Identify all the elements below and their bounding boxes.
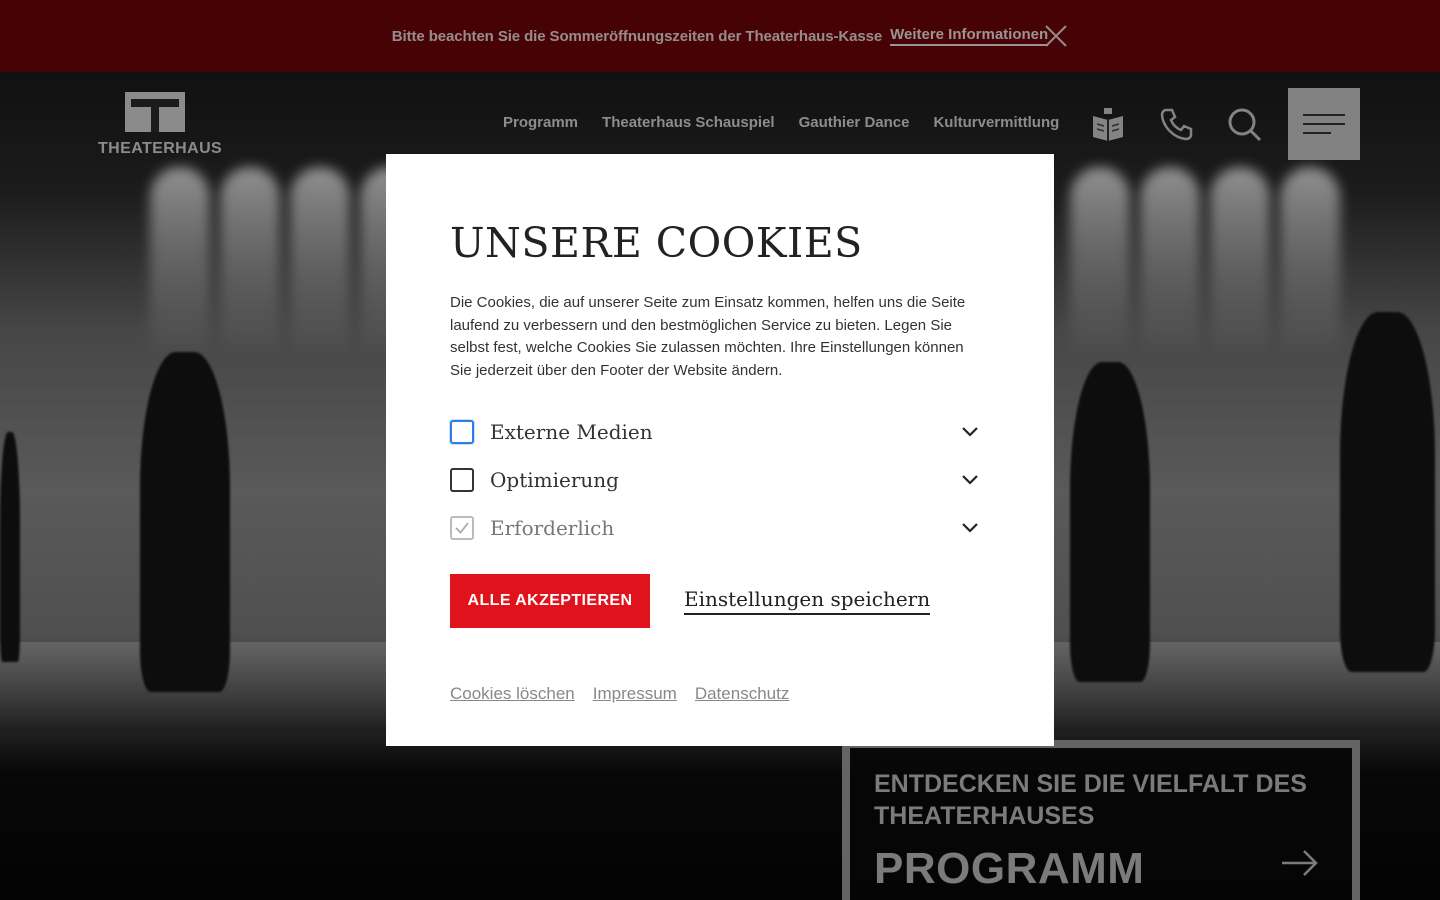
cookie-actions: Alle akzeptieren Einstellungen speichern	[450, 574, 990, 628]
delete-cookies-link[interactable]: Cookies löschen	[450, 684, 575, 704]
checkbox-optimierung[interactable]	[450, 468, 474, 492]
cookie-consent-dialog: UNSERE COOKIES Die Cookies, die auf unse…	[386, 154, 1054, 746]
chevron-down-icon[interactable]	[960, 422, 980, 442]
checkbox-erforderlich	[450, 516, 474, 540]
cookie-description: Die Cookies, die auf unserer Seite zum E…	[450, 294, 966, 379]
datenschutz-link[interactable]: Datenschutz	[695, 684, 790, 704]
checkmark-icon	[455, 522, 469, 534]
option-label: Optimierung	[490, 468, 619, 492]
cookie-options: Externe Medien Optimierung Erforderlich	[450, 408, 990, 552]
save-settings-button[interactable]: Einstellungen speichern	[684, 587, 931, 615]
cookie-title: UNSERE COOKIES	[450, 219, 863, 267]
impressum-link[interactable]: Impressum	[593, 684, 677, 704]
accept-all-button[interactable]: Alle akzeptieren	[450, 574, 650, 628]
cookie-option-externe-medien: Externe Medien	[450, 408, 990, 456]
checkbox-externe-medien[interactable]	[450, 420, 474, 444]
cookie-footer-links: Cookies löschen Impressum Datenschutz	[450, 684, 789, 704]
option-label: Erforderlich	[490, 516, 615, 540]
chevron-down-icon[interactable]	[960, 470, 980, 490]
chevron-down-icon[interactable]	[960, 518, 980, 538]
cookie-option-optimierung: Optimierung	[450, 456, 990, 504]
option-label: Externe Medien	[490, 420, 653, 444]
cookie-option-erforderlich: Erforderlich	[450, 504, 990, 552]
